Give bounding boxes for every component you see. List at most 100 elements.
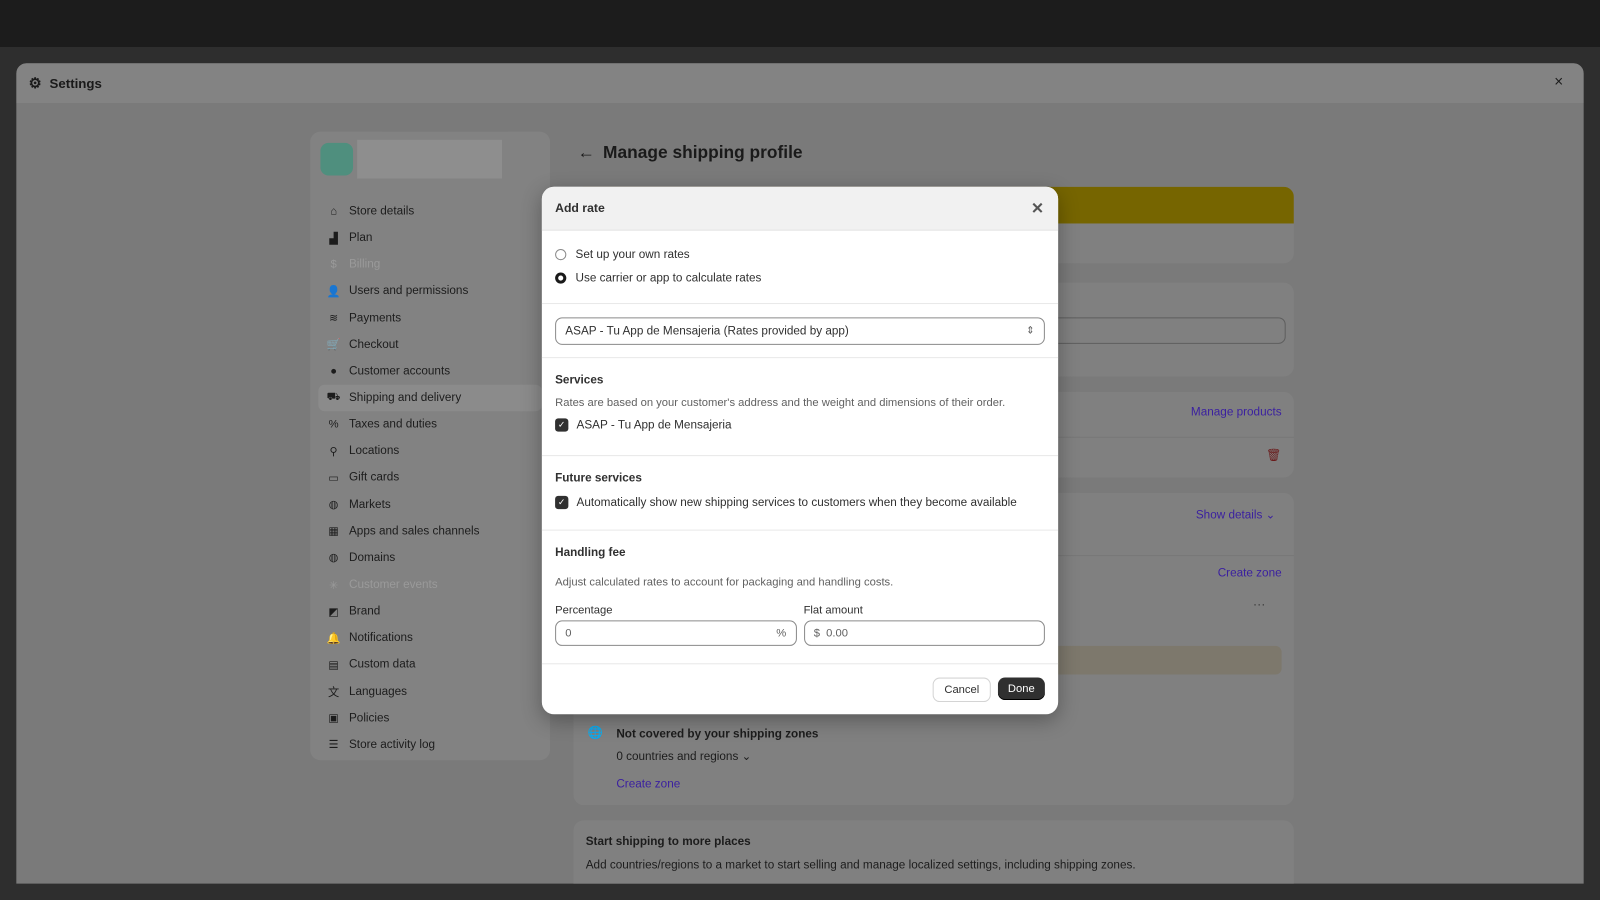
more-places-title: Start shipping to more places <box>585 835 751 848</box>
percent-suffix: % <box>776 627 787 640</box>
sidebar-item-payments[interactable]: ≋ Payments <box>318 305 541 332</box>
sidebar-item-domains[interactable]: ◍ Domains <box>318 545 541 572</box>
back-arrow-icon[interactable]: ← <box>578 143 595 162</box>
radio-button[interactable] <box>555 248 567 261</box>
plan-icon: ▟ <box>329 232 338 245</box>
gift-card-icon: ▭ <box>328 472 339 485</box>
radio-button-selected[interactable] <box>555 272 567 284</box>
percentage-input[interactable]: 0% <box>555 620 797 646</box>
carrier-select[interactable]: ASAP - Tu App de Mensajeria (Rates provi… <box>555 317 1045 345</box>
policy-icon: ▣ <box>328 712 339 725</box>
radio-own-rates[interactable]: Set up your own rates <box>555 243 1045 266</box>
list-icon: ☰ <box>328 739 339 752</box>
countries-dropdown[interactable]: 0 countries and regions ⌄ <box>616 749 751 763</box>
chevron-down-icon: ⌄ <box>1265 509 1276 522</box>
close-settings-button[interactable]: × <box>1554 73 1563 90</box>
sidebar-item-store-details[interactable]: ⌂ Store details <box>318 198 541 225</box>
sidebar-item-taxes-and-duties[interactable]: % Taxes and duties <box>318 411 541 438</box>
globe-icon: ◍ <box>328 499 339 512</box>
sidebar-item-label: Custom data <box>348 658 416 671</box>
flat-amount-placeholder: 0.00 <box>826 627 849 640</box>
sidebar-item-locations[interactable]: ⚲ Locations <box>318 438 541 465</box>
done-button[interactable]: Done <box>997 677 1045 700</box>
carrier-select-value: ASAP - Tu App de Mensajeria (Rates provi… <box>565 324 849 338</box>
checkbox-checked[interactable]: ✓ <box>555 495 569 510</box>
sidebar-item-store-activity-log[interactable]: ☰ Store activity log <box>318 731 541 758</box>
tax-icon: % <box>328 418 339 431</box>
store-icon: ⌂ <box>330 205 338 218</box>
sidebar-item-languages[interactable]: 文 Languages <box>318 678 541 705</box>
more-options-icon[interactable]: ··· <box>1253 597 1265 611</box>
checkbox-checked[interactable]: ✓ <box>555 418 569 432</box>
sidebar-item-users-and-permissions[interactable]: 👤 Users and permissions <box>318 278 541 305</box>
radio-label: Use carrier or app to calculate rates <box>575 271 762 285</box>
sidebar-item-label: Billing <box>348 258 381 271</box>
future-checkbox-row[interactable]: ✓ Automatically show new shipping service… <box>555 491 1045 514</box>
select-arrows-icon: ⇕ <box>1026 325 1035 337</box>
events-icon: ✳ <box>328 579 339 592</box>
sidebar-item-label: Brand <box>348 605 381 618</box>
sidebar-item-label: Domains <box>348 551 396 565</box>
sidebar-item-apps-and-sales-channels[interactable]: ▦ Apps and sales channels <box>318 518 541 545</box>
flat-amount-input[interactable]: $0.00 <box>803 620 1045 646</box>
dollar-prefix: $ <box>813 627 821 640</box>
trash-icon[interactable]: 🗑 <box>1266 448 1282 462</box>
sidebar-item-label: Shipping and delivery <box>348 391 462 405</box>
sidebar-item-label: Markets <box>348 498 391 511</box>
payments-icon: ≋ <box>328 312 339 325</box>
percentage-placeholder: 0 <box>565 627 572 640</box>
language-icon: 文 <box>328 686 340 699</box>
cancel-button[interactable]: Cancel <box>933 677 991 703</box>
sidebar-item-plan[interactable]: ▟ Plan <box>318 225 541 252</box>
billing-icon: $ <box>330 258 337 271</box>
radio-carrier-rates[interactable]: Use carrier or app to calculate rates <box>555 266 1045 289</box>
sidebar-item-shipping-and-delivery[interactable]: ⛟ Shipping and delivery <box>318 384 542 412</box>
settings-sidebar: ⌂ Store details ▟ Plan $ Billing 👤 Users and pe… <box>310 131 550 761</box>
sidebar-nav: ⌂ Store details ▟ Plan $ Billing 👤 Users and pe… <box>318 198 542 758</box>
handling-fee-title: Handling fee <box>555 546 626 560</box>
sidebar-item-customer-accounts[interactable]: ● Customer accounts <box>318 358 541 385</box>
create-zone-link[interactable]: Create zone <box>1218 567 1282 579</box>
sidebar-item-customer-events[interactable]: ✳ Customer events <box>318 571 541 598</box>
sidebar-item-label: Locations <box>348 445 400 458</box>
sidebar-item-checkout[interactable]: 🛒 Checkout <box>318 331 541 358</box>
create-zone-link-2[interactable]: Create zone <box>616 779 680 791</box>
store-logo <box>320 142 354 176</box>
sidebar-item-gift-cards[interactable]: ▭ Gift cards <box>318 465 541 492</box>
sidebar-item-label: Users and permissions <box>348 285 469 298</box>
store-switcher[interactable] <box>320 139 539 179</box>
sidebar-item-brand[interactable]: ◩ Brand <box>318 598 541 625</box>
manage-products-link[interactable]: Manage products <box>1191 406 1282 418</box>
page-title: ← Manage shipping profile <box>578 143 803 163</box>
future-services-title: Future services <box>555 472 642 485</box>
truck-icon: ⛟ <box>326 390 341 404</box>
sidebar-item-markets[interactable]: ◍ Markets <box>318 491 541 518</box>
close-icon[interactable]: ✕ <box>1031 199 1044 217</box>
sidebar-item-custom-data[interactable]: ▤ Custom data <box>318 651 541 678</box>
services-title: Services <box>555 374 604 387</box>
brand-icon: ◩ <box>328 605 339 619</box>
radio-label: Set up your own rates <box>575 248 690 261</box>
service-label: ASAP - Tu App de Mensajeria <box>576 418 732 432</box>
service-checkbox-row[interactable]: ✓ ASAP - Tu App de Mensajeria <box>555 413 1045 436</box>
sidebar-item-label: Taxes and duties <box>348 418 438 431</box>
sidebar-item-label: Store details <box>348 205 415 218</box>
location-icon: ⚲ <box>329 445 338 458</box>
sidebar-item-policies[interactable]: ▣ Policies <box>318 705 541 732</box>
chevron-down-icon: ⌄ <box>741 751 752 764</box>
settings-title: Settings <box>49 75 102 91</box>
globe-icon: ◍ <box>328 552 339 565</box>
show-details-link[interactable]: Show details ⌄ <box>1196 507 1276 521</box>
modal-title: Add rate <box>555 201 605 216</box>
sidebar-item-label: Apps and sales channels <box>348 525 480 538</box>
page-title-text: Manage shipping profile <box>603 142 803 163</box>
sidebar-item-billing[interactable]: $ Billing <box>318 251 541 278</box>
globe-icon: 🌐 <box>587 725 604 740</box>
services-desc: Rates are based on your customer's addre… <box>555 396 1006 410</box>
percentage-label: Percentage <box>555 604 613 617</box>
settings-header: ⚙ Settings <box>16 63 1584 104</box>
profile-name-input[interactable] <box>1042 317 1286 344</box>
sidebar-item-label: Customer events <box>348 578 438 591</box>
sidebar-item-notifications[interactable]: 🔔 Notifications <box>318 625 541 652</box>
sidebar-item-label: Payments <box>348 311 402 325</box>
